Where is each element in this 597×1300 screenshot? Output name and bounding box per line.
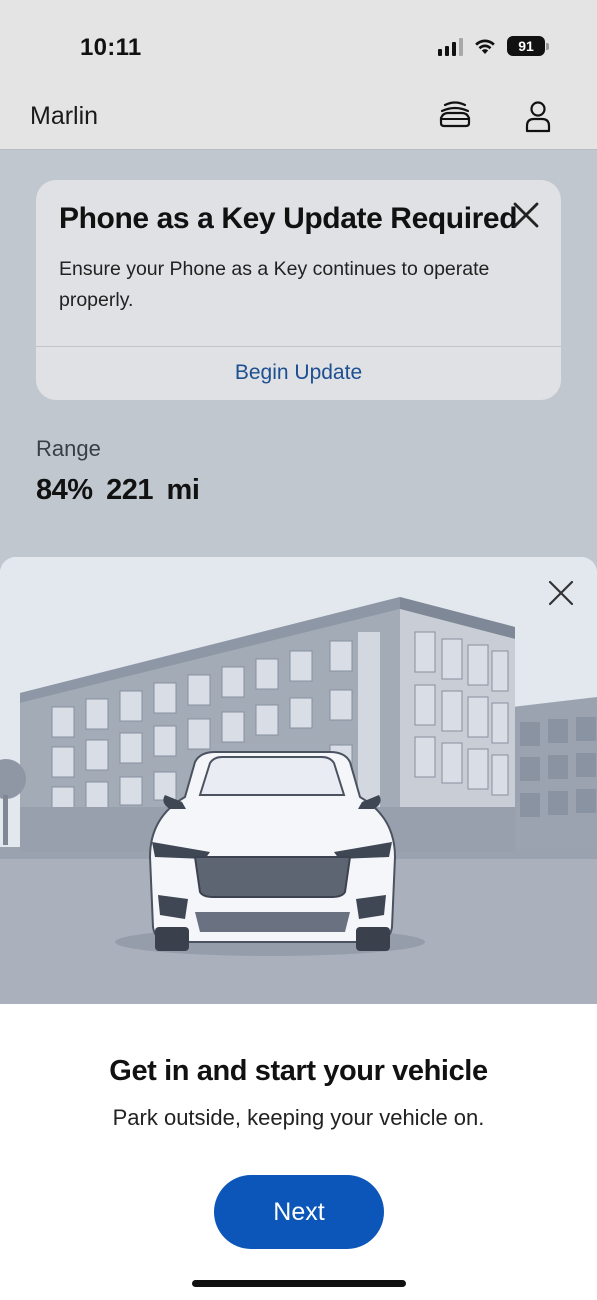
- update-banner: Phone as a Key Update Required Ensure yo…: [36, 180, 561, 400]
- bottom-sheet: Get in and start your vehicle Park outsi…: [0, 557, 597, 1300]
- home-indicator: [192, 1280, 406, 1287]
- vehicle-name: Marlin: [30, 102, 99, 130]
- range-percent: 84%: [36, 474, 93, 506]
- close-icon[interactable]: [547, 579, 575, 607]
- top-bar: 10:11 91 Marlin: [0, 0, 597, 150]
- range-distance: 221 mi: [106, 474, 200, 506]
- status-indicators: 91: [438, 36, 549, 56]
- vehicle-illustration: [0, 557, 597, 1004]
- begin-update-button[interactable]: Begin Update: [36, 346, 561, 400]
- range-value: 84% 221 mi: [36, 474, 200, 507]
- close-icon[interactable]: [511, 200, 541, 230]
- next-button[interactable]: Next: [214, 1175, 384, 1249]
- banner-title: Phone as a Key Update Required: [59, 202, 518, 235]
- person-icon[interactable]: [524, 98, 552, 134]
- sheet-heading: Get in and start your vehicle: [109, 1055, 488, 1087]
- cellular-signal-icon: [438, 36, 463, 56]
- sheet-subtext: Park outside, keeping your vehicle on.: [112, 1105, 485, 1130]
- status-time: 10:11: [80, 34, 142, 61]
- battery-icon: 91: [507, 36, 549, 56]
- range-label: Range: [36, 436, 101, 461]
- wifi-icon: [475, 39, 495, 54]
- banner-body: Ensure your Phone as a Key continues to …: [59, 258, 490, 311]
- vehicles-icon[interactable]: [438, 98, 472, 134]
